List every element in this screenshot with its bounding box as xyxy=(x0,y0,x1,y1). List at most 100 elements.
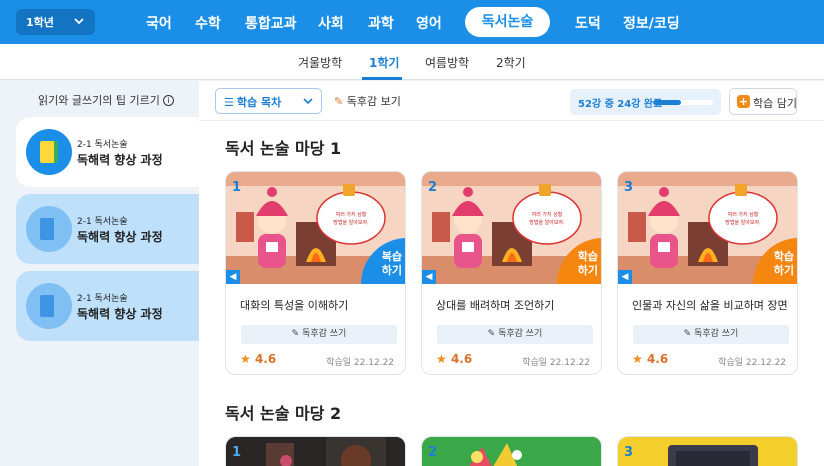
progress-bar xyxy=(653,100,713,105)
toc-dropdown[interactable]: ☰ 학습 목차 xyxy=(215,88,322,114)
subject-tab-science[interactable]: 과학 xyxy=(368,13,394,33)
pencil-icon: ✎ xyxy=(291,329,300,339)
subject-tab-ethics[interactable]: 도덕 xyxy=(575,13,601,33)
subject-tab-korean[interactable]: 국어 xyxy=(146,13,172,33)
subject-tab-math[interactable]: 수학 xyxy=(195,13,221,33)
pencil-icon: ✎ xyxy=(683,329,692,339)
lesson-card[interactable]: 여러 가지 상황 방법을 알아보자. 3 학습 하기 ◀ 인물과 자신의 삶을 … xyxy=(617,171,798,375)
study-date: 학습일 22.12.22 xyxy=(326,358,394,368)
course-title: 독해력 향상 과정 xyxy=(77,307,163,321)
lesson-number: 2 xyxy=(428,445,438,460)
term-tab-summer[interactable]: 여름방학 xyxy=(425,54,469,71)
active-term-indicator xyxy=(362,77,402,80)
lesson-number: 3 xyxy=(624,445,634,460)
rating-value: 4.6 xyxy=(646,352,669,366)
list-icon: ☰ xyxy=(224,96,234,109)
write-review-button[interactable]: ✎ 독후감 쓰기 xyxy=(437,325,593,344)
write-review-button[interactable]: ✎ 독후감 쓰기 xyxy=(241,325,397,344)
lesson-rating: ★ 4.6 xyxy=(436,352,472,366)
lesson-content: ☰ 학습 목차 ✎ 독후감 보기 52강 중 24강 완료 + 학습 담기 독서 … xyxy=(199,81,824,466)
view-reviews-label: 독후감 보기 xyxy=(346,95,401,108)
lesson-number: 1 xyxy=(232,180,242,195)
subject-tab-reading-essay[interactable]: 독서논술 xyxy=(465,7,550,37)
lesson-thumbnail: 여러 가지 상황 방법을 알아보자. 3 학습 하기 ◀ xyxy=(618,172,797,284)
progress-text: 52강 중 24강 완료 xyxy=(578,99,663,110)
star-icon: ★ xyxy=(240,352,251,366)
lesson-title: 대화의 특성을 이해하기 xyxy=(240,299,349,312)
lesson-thumbnail: 1 xyxy=(226,437,405,466)
top-nav-bar: 1학년 국어 수학 통합교과 사회 과학 영어 독서논술 도덕 정보/코딩 xyxy=(0,0,824,44)
subject-tab-integrated[interactable]: 통합교과 xyxy=(245,13,297,33)
progress-bar-fill xyxy=(653,100,681,105)
toc-dropdown-label: 학습 목차 xyxy=(236,96,282,109)
course-subtitle: 2-1 독서논술 xyxy=(77,140,128,150)
section-title: 독서 논술 마당 1 xyxy=(225,139,342,158)
lesson-title: 인물과 자신의 삶을 비교하며 장면 xyxy=(632,299,788,312)
course-subtitle: 2-1 독서논술 xyxy=(77,217,128,227)
lesson-thumbnail: 2 xyxy=(422,437,601,466)
rating-value: 4.6 xyxy=(450,352,473,366)
lesson-card[interactable]: 2 xyxy=(421,436,602,466)
course-item[interactable]: 2-1 독서논술 독해력 향상 과정 xyxy=(16,194,199,264)
subject-tab-english[interactable]: 영어 xyxy=(416,13,442,33)
term-tab-winter[interactable]: 겨울방학 xyxy=(298,54,342,71)
lesson-card[interactable]: 1 xyxy=(225,436,406,466)
lesson-illustration xyxy=(422,437,601,466)
save-lesson-button[interactable]: + 학습 담기 xyxy=(729,88,797,115)
sidebar-tip: 읽기와 글쓰기의 팁 기르기 i xyxy=(38,92,174,108)
lesson-rating: ★ 4.6 xyxy=(632,352,668,366)
lesson-toolbar: ☰ 학습 목차 ✎ 독후감 보기 52강 중 24강 완료 + 학습 담기 xyxy=(199,81,824,121)
book-icon xyxy=(26,206,72,252)
lesson-number: 2 xyxy=(428,180,438,195)
svg-text:방법을 알아보자.: 방법을 알아보자. xyxy=(725,219,761,226)
lesson-illustration xyxy=(618,437,797,466)
term-tab-semester-2[interactable]: 2학기 xyxy=(496,54,526,71)
course-subtitle: 2-1 독서논술 xyxy=(77,294,128,304)
section-title: 독서 논술 마당 2 xyxy=(225,404,342,423)
chevron-down-icon xyxy=(303,98,313,105)
lesson-card[interactable]: 여러 가지 상황 방법을 알아보자. 1 복습 하기 ◀ 대화의 특성을 이해하… xyxy=(225,171,406,375)
subject-tab-social[interactable]: 사회 xyxy=(318,13,344,33)
grade-select[interactable]: 1학년 xyxy=(16,9,95,35)
lesson-illustration xyxy=(226,437,405,466)
pencil-icon: ✎ xyxy=(487,329,496,339)
lesson-rating: ★ 4.6 xyxy=(240,352,276,366)
book-icon xyxy=(26,129,72,175)
progress-indicator: 52강 중 24강 완료 xyxy=(570,89,721,115)
save-lesson-label: 학습 담기 xyxy=(753,97,797,110)
write-review-label: 독후감 쓰기 xyxy=(498,329,543,339)
lesson-thumbnail: 3 xyxy=(618,437,797,466)
arrow-left-icon: ◀ xyxy=(226,270,240,284)
book-icon xyxy=(26,283,72,329)
study-date: 학습일 22.12.22 xyxy=(718,358,786,368)
subject-tab-info-coding[interactable]: 정보/코딩 xyxy=(623,13,680,33)
study-date: 학습일 22.12.22 xyxy=(522,358,590,368)
term-tab-semester-1[interactable]: 1학기 xyxy=(369,54,399,71)
lesson-thumbnail: 여러 가지 상황 방법을 알아보자. 2 학습 하기 ◀ xyxy=(422,172,601,284)
arrow-left-icon: ◀ xyxy=(618,270,632,284)
svg-text:방법을 알아보자.: 방법을 알아보자. xyxy=(333,219,369,226)
lesson-number: 1 xyxy=(232,445,242,460)
course-title: 독해력 향상 과정 xyxy=(77,153,163,167)
course-item[interactable]: 2-1 독서논술 독해력 향상 과정 xyxy=(16,117,199,187)
star-icon: ★ xyxy=(632,352,643,366)
star-icon: ★ xyxy=(436,352,447,366)
lesson-card[interactable]: 여러 가지 상황 방법을 알아보자. 2 학습 하기 ◀ 상대를 배려하며 조언… xyxy=(421,171,602,375)
svg-text:여러 가지 상황: 여러 가지 상황 xyxy=(336,211,367,218)
svg-text:여러 가지 상황: 여러 가지 상황 xyxy=(728,211,759,218)
chevron-down-icon xyxy=(74,18,84,25)
pencil-icon: ✎ xyxy=(334,95,344,108)
lesson-thumbnail: 여러 가지 상황 방법을 알아보자. 1 복습 하기 ◀ xyxy=(226,172,405,284)
course-item[interactable]: 2-1 독서논술 독해력 향상 과정 xyxy=(16,271,199,341)
write-review-button[interactable]: ✎ 독후감 쓰기 xyxy=(633,325,789,344)
svg-text:방법을 알아보자.: 방법을 알아보자. xyxy=(529,219,565,226)
lesson-number: 3 xyxy=(624,180,634,195)
svg-text:여러 가지 상황: 여러 가지 상황 xyxy=(532,211,563,218)
course-title: 독해력 향상 과정 xyxy=(77,230,163,244)
write-review-label: 독후감 쓰기 xyxy=(694,329,739,339)
lesson-card[interactable]: 3 xyxy=(617,436,798,466)
info-icon[interactable]: i xyxy=(162,95,174,106)
lesson-title: 상대를 배려하며 조언하기 xyxy=(436,299,555,312)
rating-value: 4.6 xyxy=(254,352,277,366)
view-reviews-button[interactable]: ✎ 독후감 보기 xyxy=(334,93,401,109)
